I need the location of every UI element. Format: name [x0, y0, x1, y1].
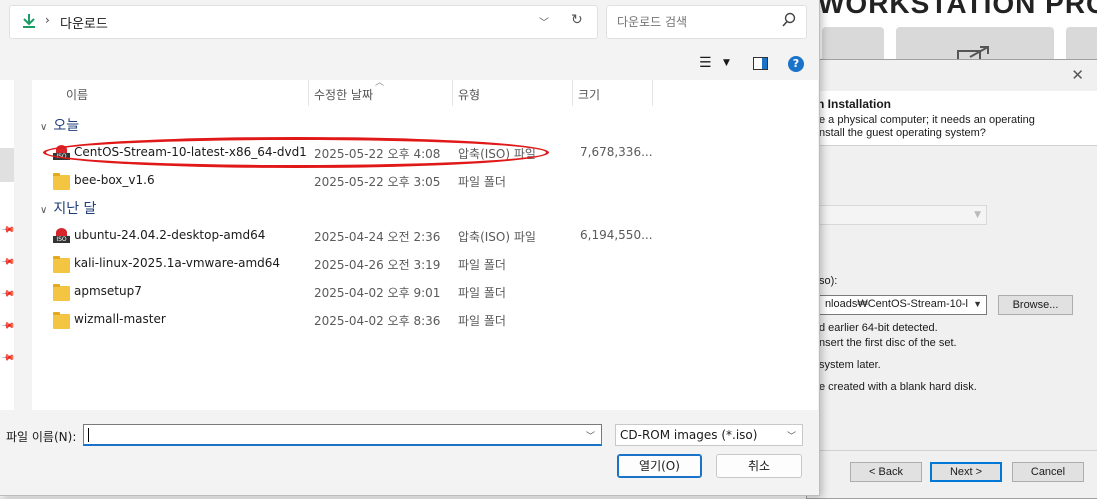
- new-vm-wizard: ✕ n Installation e a physical computer; …: [806, 59, 1097, 499]
- open-button[interactable]: 열기(O): [617, 454, 702, 478]
- file-list: 이름 수정한 날짜 ︿ 유형 크기 ∨ 오늘 ISO CentOS-Stream-…: [32, 78, 818, 410]
- column-header-size[interactable]: 크기: [572, 80, 653, 106]
- download-icon: [23, 14, 35, 28]
- sort-caret-icon: ︿: [375, 78, 385, 88]
- wizard-header: n Installation e a physical computer; it…: [807, 91, 1097, 146]
- breadcrumb-downloads[interactable]: 다운로드: [60, 13, 108, 32]
- help-icon[interactable]: ?: [788, 56, 804, 72]
- detected-text: d earlier 64-bit detected.: [819, 322, 938, 334]
- column-header-type[interactable]: 유형: [452, 80, 573, 106]
- wizard-cancel-button[interactable]: Cancel: [1012, 462, 1084, 482]
- installer-disc-select[interactable]: ▼: [817, 205, 987, 225]
- pin-icon: 📌: [0, 350, 16, 366]
- folder-icon: [53, 256, 70, 273]
- group-header[interactable]: ∨ 지난 달: [40, 198, 96, 218]
- list-item[interactable]: kali-linux-2025.1a-vmware-amd64 2025-04-…: [32, 250, 818, 278]
- refresh-icon[interactable]: ↻: [571, 12, 583, 28]
- nav-selected-item[interactable]: [0, 148, 14, 182]
- text-caret: [88, 428, 89, 442]
- filename-label: 파일 이름(N):: [6, 430, 77, 444]
- back-button[interactable]: < Back: [850, 462, 922, 482]
- list-item[interactable]: bee-box_v1.6 2025-05-22 오후 3:05 파일 폴더: [32, 167, 818, 195]
- breadcrumb-separator-icon: ›: [45, 13, 50, 27]
- list-item[interactable]: ISO ubuntu-24.04.2-desktop-amd64 2025-04…: [32, 222, 818, 250]
- chevron-down-icon: ▼: [973, 299, 982, 309]
- filename-input[interactable]: [88, 427, 582, 445]
- navigation-pane[interactable]: 📌 📌 📌 📌 📌: [0, 80, 16, 410]
- column-header-name[interactable]: 이름: [32, 80, 309, 106]
- detected-hint: nsert the first disc of the set.: [819, 337, 957, 349]
- search-input[interactable]: [615, 12, 779, 32]
- view-menu-icon[interactable]: ☰: [699, 55, 712, 71]
- wizard-title: n Installation: [817, 97, 892, 111]
- pin-icon: 📌: [0, 318, 16, 334]
- next-button[interactable]: Next >: [930, 462, 1002, 482]
- folder-icon: [53, 284, 70, 301]
- iso-file-icon: ISO: [53, 228, 70, 243]
- chevron-down-icon: ▼: [974, 210, 981, 220]
- pin-icon: 📌: [0, 222, 16, 238]
- chevron-down-icon: ∨: [40, 122, 48, 133]
- file-type-filter[interactable]: CD-ROM images (*.iso) ﹀: [615, 424, 803, 446]
- search-icon[interactable]: [782, 12, 796, 28]
- folder-icon: [53, 312, 70, 329]
- group-header[interactable]: ∨ 오늘: [40, 115, 79, 135]
- filter-value: CD-ROM images (*.iso): [620, 428, 758, 442]
- pin-icon: 📌: [0, 254, 16, 270]
- iso-path-value: nloads₩CentOS-Stream-10-l: [824, 298, 968, 310]
- list-item[interactable]: apmsetup7 2025-04-02 오후 9:01 파일 폴더: [32, 278, 818, 306]
- app-title: WORKSTATION PRO: [818, 0, 1097, 19]
- list-item[interactable]: wizmall-master 2025-04-02 오후 8:36 파일 폴더: [32, 306, 818, 334]
- chevron-down-icon: ∨: [40, 205, 48, 216]
- chevron-down-icon[interactable]: ▼: [723, 58, 730, 68]
- pin-icon: 📌: [0, 286, 16, 302]
- chevron-down-icon[interactable]: ﹀: [586, 429, 595, 442]
- filename-field[interactable]: ﹀: [83, 424, 602, 446]
- close-icon[interactable]: ✕: [1071, 66, 1084, 84]
- search-box[interactable]: [606, 5, 807, 39]
- address-bar[interactable]: › 다운로드 ﹀ ↻: [9, 5, 598, 39]
- cancel-button[interactable]: 취소: [716, 454, 802, 478]
- divider: [807, 450, 1097, 451]
- chevron-down-icon: ﹀: [786, 432, 796, 442]
- install-later-option[interactable]: system later.: [819, 359, 881, 371]
- list-item[interactable]: ISO CentOS-Stream-10-latest-x86_64-dvd1 …: [32, 139, 818, 167]
- preview-pane-icon[interactable]: [753, 57, 768, 70]
- wizard-description: e a physical computer; it needs an opera…: [819, 114, 1035, 139]
- chevron-down-icon[interactable]: ﹀: [539, 14, 549, 29]
- iso-label: so):: [819, 275, 838, 287]
- iso-file-icon: ISO: [53, 145, 70, 160]
- blank-disk-text: e created with a blank hard disk.: [819, 381, 977, 393]
- iso-path-field[interactable]: nloads₩CentOS-Stream-10-l ▼: [817, 295, 987, 315]
- browse-button[interactable]: Browse...: [998, 295, 1073, 315]
- folder-icon: [53, 173, 70, 190]
- open-file-dialog: › 다운로드 ﹀ ↻ ☰ ▼ ? 📌 📌 📌 📌 📌 이름 수정한 날짜 ︿ 유…: [0, 0, 820, 496]
